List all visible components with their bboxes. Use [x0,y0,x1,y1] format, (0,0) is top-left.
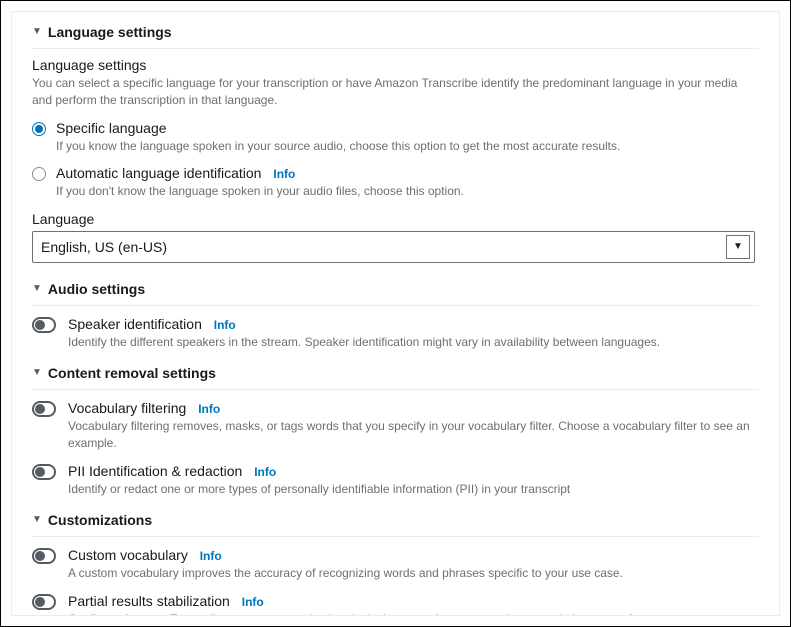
chevron-down-icon: ▼ [32,27,42,37]
section-audio-settings[interactable]: ▼ Audio settings [12,267,779,305]
toggle-description: Identify or redact one or more types of … [68,481,570,498]
toggle-title: Custom vocabulary [68,547,188,563]
toggle-partial-results-stabilization-row: Partial results stabilization Info Confi… [12,593,779,616]
toggle-custom-vocabulary-row: Custom vocabulary Info A custom vocabula… [12,547,779,582]
settings-panel: ▼ Language settings Language settings Yo… [11,11,780,616]
section-language-settings[interactable]: ▼ Language settings [12,12,779,48]
radio-auto-language-row: Automatic language identification Info [32,165,759,181]
toggle-title: Vocabulary filtering [68,400,186,416]
radio-description: If you know the language spoken in your … [56,138,759,155]
toggle-description: Configure Amazon Transcribe to present r… [68,611,723,616]
toggle-text: Vocabulary filtering Info Vocabulary fil… [68,400,759,453]
section-content-removal-settings[interactable]: ▼ Content removal settings [12,351,779,389]
toggle-pii-identification-redaction[interactable] [32,464,56,480]
section-customizations[interactable]: ▼ Customizations [12,498,779,536]
radio-label: Specific language [56,120,167,136]
language-field-label: Language [32,211,759,227]
radio-specific-language[interactable] [32,122,46,136]
chevron-down-icon: ▼ [32,284,42,294]
info-link[interactable]: Info [254,465,276,479]
toggle-vocabulary-filtering-row: Vocabulary filtering Info Vocabulary fil… [12,400,779,453]
info-link[interactable]: Info [214,318,236,332]
section-title: Content removal settings [48,365,216,381]
radio-description: If you don't know the language spoken in… [56,183,759,200]
toggle-vocabulary-filtering[interactable] [32,401,56,417]
divider [32,305,759,306]
toggle-description: Identify the different speakers in the s… [68,334,660,351]
toggle-pii-redaction-row: PII Identification & redaction Info Iden… [12,463,779,498]
dropdown-caret-icon: ▼ [726,235,750,259]
section-title: Language settings [48,24,172,40]
info-link[interactable]: Info [198,402,220,416]
group-description: You can select a specific language for y… [32,75,759,110]
toggle-text: Speaker identification Info Identify the… [68,316,660,351]
radio-label: Automatic language identification [56,165,261,181]
toggle-text: PII Identification & redaction Info Iden… [68,463,570,498]
toggle-speaker-identification[interactable] [32,317,56,333]
section-title: Customizations [48,512,152,528]
toggle-custom-vocabulary[interactable] [32,548,56,564]
section-title: Audio settings [48,281,145,297]
info-link[interactable]: Info [242,595,264,609]
divider [32,536,759,537]
toggle-text: Partial results stabilization Info Confi… [68,593,723,616]
divider [32,389,759,390]
toggle-text: Custom vocabulary Info A custom vocabula… [68,547,623,582]
toggle-description: Vocabulary filtering removes, masks, or … [68,418,759,453]
chevron-down-icon: ▼ [32,368,42,378]
toggle-title: Speaker identification [68,316,202,332]
radio-specific-language-row: Specific language [32,120,759,136]
toggle-title: Partial results stabilization [68,593,230,609]
toggle-title: PII Identification & redaction [68,463,242,479]
select-value: English, US (en-US) [41,239,167,255]
toggle-description: A custom vocabulary improves the accurac… [68,565,623,582]
chevron-down-icon: ▼ [32,515,42,525]
radio-automatic-language-identification[interactable] [32,167,46,181]
toggle-partial-results-stabilization[interactable] [32,594,56,610]
language-settings-content: Language settings You can select a speci… [12,49,779,267]
group-title: Language settings [32,57,759,73]
settings-panel-frame: ▼ Language settings Language settings Yo… [0,0,791,627]
language-select[interactable]: English, US (en-US) ▼ [32,231,755,263]
toggle-speaker-identification-row: Speaker identification Info Identify the… [12,316,779,351]
info-link[interactable]: Info [200,549,222,563]
info-link[interactable]: Info [273,167,295,181]
